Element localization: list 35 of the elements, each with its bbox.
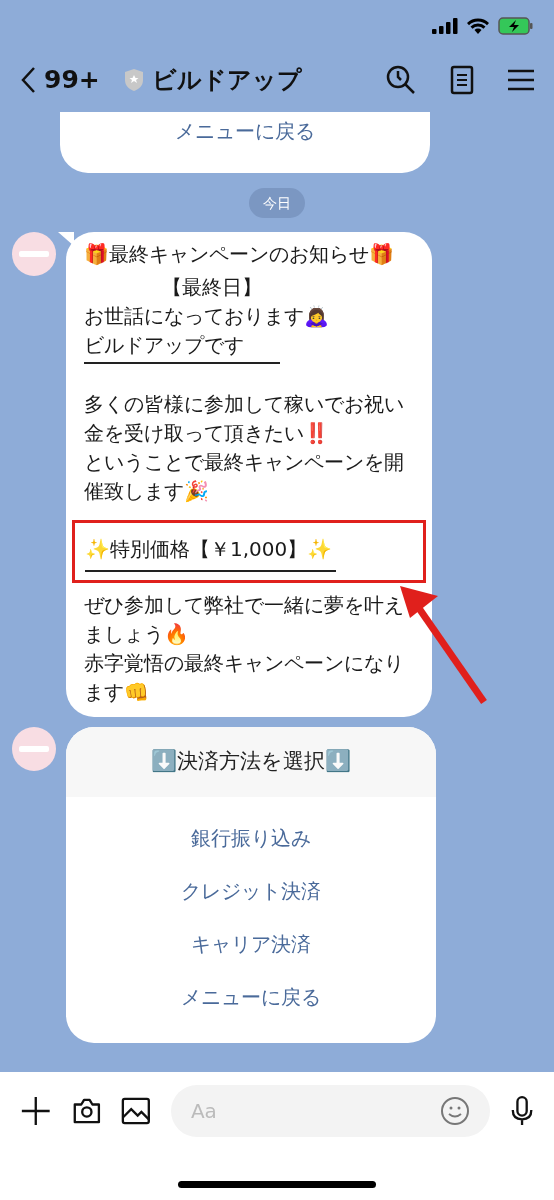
shield-icon: [123, 68, 144, 92]
message-text: 🎁最終キャンペーンのお知らせ🎁: [84, 241, 395, 268]
message-text: 【最終日】: [162, 274, 263, 301]
wifi-icon: [466, 17, 490, 35]
message-text: お世話になっております🙇‍♀: [84, 303, 330, 330]
unread-count: 99+: [44, 64, 100, 97]
smiley-icon[interactable]: [439, 1096, 470, 1126]
message-text: 赤字覚悟の最終キャンペーンになります👊: [84, 650, 405, 706]
chat-title: ビルドアップ: [151, 65, 302, 96]
logo-icon: [19, 249, 49, 259]
battery-charging-icon: [498, 17, 534, 35]
menu-icon[interactable]: [508, 69, 534, 91]
message-text: 多くの皆様に参加して稼いでお祝い金を受け取って頂きたい‼: [84, 391, 405, 447]
microphone-icon[interactable]: [509, 1094, 534, 1128]
back-icon[interactable]: [20, 66, 36, 94]
price-text: ✨特別価格【￥1,000】✨: [85, 535, 337, 572]
plus-icon[interactable]: [20, 1094, 52, 1128]
camera-icon[interactable]: [71, 1096, 102, 1126]
signal-icon: [432, 18, 458, 34]
menu-title: ⬇決済方法を選択⬇: [66, 727, 436, 797]
notes-icon[interactable]: [450, 65, 474, 95]
message-input[interactable]: Aa: [170, 1085, 490, 1137]
search-icon[interactable]: [386, 65, 416, 95]
message-text: ぜひ参加して弊社で一緒に夢を叶えましょう🔥: [84, 592, 405, 648]
message-text: ビルドアップです: [84, 332, 245, 359]
date-chip: 今日: [249, 188, 305, 218]
menu-option[interactable]: キャリア決済: [191, 917, 311, 970]
menu-option[interactable]: クレジット決済: [181, 864, 321, 917]
menu-option[interactable]: メニューに戻る: [181, 970, 321, 1023]
menu-option[interactable]: メニューに戻る: [175, 114, 315, 148]
image-icon[interactable]: [121, 1096, 151, 1126]
logo-icon: [19, 744, 49, 754]
message-text: ということで最終キャンペーンを開催致します🎉: [84, 449, 405, 505]
message-field[interactable]: Aa: [190, 1096, 440, 1126]
menu-option[interactable]: 銀行振り込み: [191, 811, 311, 864]
